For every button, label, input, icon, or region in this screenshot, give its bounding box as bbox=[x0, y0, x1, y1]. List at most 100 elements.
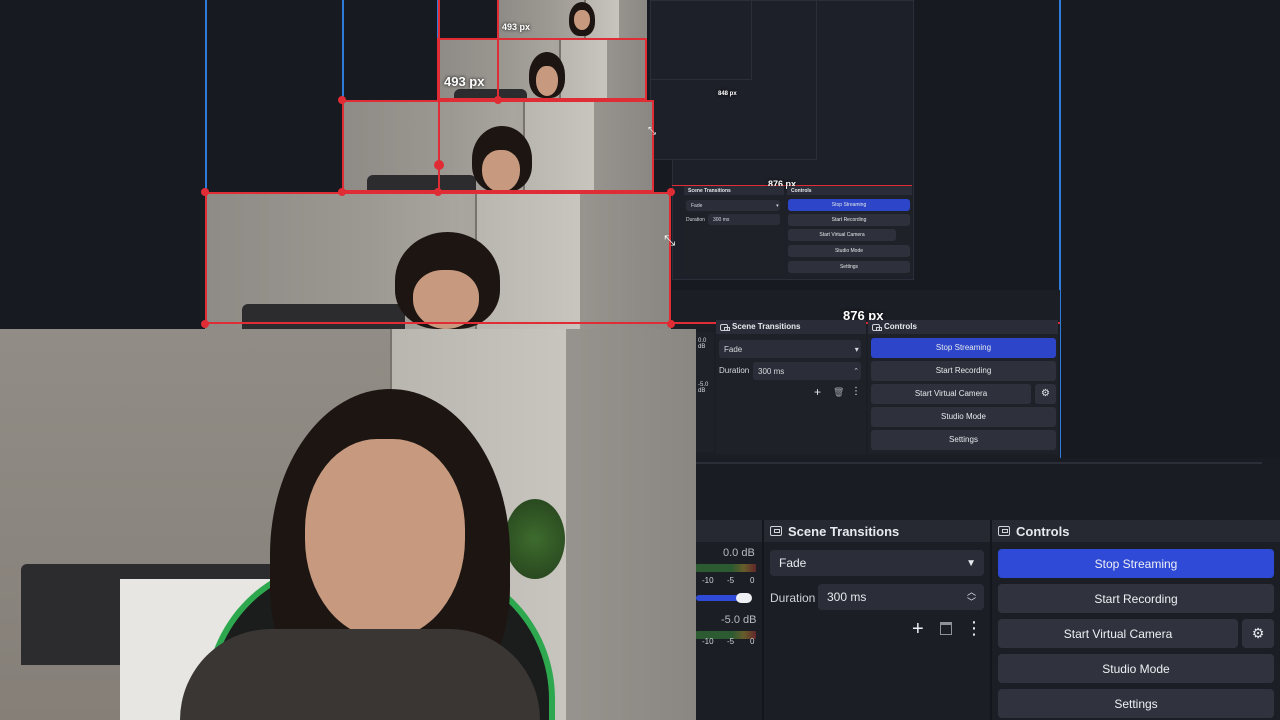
audio-tick: -5 bbox=[727, 576, 735, 585]
mini-start-recording-button[interactable]: Start Recording bbox=[788, 214, 910, 226]
dock-icon bbox=[770, 526, 782, 536]
resize-handle[interactable] bbox=[667, 188, 675, 196]
audio-level-top: 0.0 dB bbox=[723, 547, 755, 559]
duration-label: Duration bbox=[770, 591, 816, 605]
mini-duration-field[interactable]: 300 ms ⌃ bbox=[753, 362, 861, 380]
transition-select[interactable]: Fade ▼ bbox=[770, 550, 984, 576]
mini-panel-title: Scene Transitions bbox=[732, 322, 801, 331]
resize-handle[interactable] bbox=[201, 188, 209, 196]
settings-button[interactable]: Settings bbox=[998, 689, 1274, 718]
gear-icon: ⚙ bbox=[1251, 625, 1265, 641]
mini-panel-header: Controls bbox=[868, 320, 1058, 334]
dock-icon bbox=[872, 323, 882, 331]
mini-duration-value: 300 ms bbox=[713, 216, 730, 223]
plus-icon[interactable]: + bbox=[814, 385, 821, 399]
audio-tick: -10 bbox=[702, 637, 714, 646]
mini-settings-button[interactable]: Settings bbox=[871, 430, 1056, 450]
mini-scene-transitions: Scene Transitions Fade ▾ Duration 300 ms bbox=[684, 186, 784, 276]
audio-tick: -5 bbox=[727, 637, 735, 646]
measure-label: 493 px bbox=[502, 22, 531, 32]
mini-duration-value: 300 ms bbox=[758, 366, 785, 376]
resize-handle[interactable] bbox=[338, 96, 346, 104]
mini-db-top: 0.0 dB bbox=[698, 338, 707, 350]
gear-icon[interactable]: ⚙ bbox=[1035, 384, 1056, 404]
chevron-down-icon: ▾ bbox=[854, 344, 861, 354]
controls-dock: Controls Stop Streaming Start Recording … bbox=[992, 520, 1280, 720]
plant bbox=[505, 499, 565, 579]
mini-settings-button[interactable]: Settings bbox=[788, 261, 910, 273]
audio-meter bbox=[696, 564, 756, 572]
volume-slider-knob[interactable] bbox=[736, 593, 752, 603]
chevron-up-icon: ⌃ bbox=[853, 368, 861, 375]
virtual-camera-settings-button[interactable]: ⚙ bbox=[1242, 619, 1274, 648]
chevron-down-icon[interactable]: ﹀ bbox=[967, 597, 976, 607]
mini-duration-label: Duration bbox=[719, 366, 750, 375]
mini-transition-value: Fade bbox=[724, 344, 743, 354]
mini-transition-select[interactable]: Fade ▾ bbox=[686, 200, 780, 211]
audio-tick: 0 bbox=[750, 576, 755, 585]
audio-tick: 0 bbox=[750, 637, 755, 646]
duration-stepper[interactable]: ︿ ﹀ bbox=[967, 587, 976, 607]
more-vertical-icon[interactable]: ⋮ bbox=[965, 618, 983, 639]
mini-controls: Controls Stop Streaming Start Recording … bbox=[787, 186, 912, 276]
mini-panel-header: Controls bbox=[787, 186, 912, 195]
audio-mixer-header bbox=[696, 520, 762, 542]
mini-transition-select[interactable]: Fade ▾ bbox=[719, 340, 861, 358]
controls-title: Controls bbox=[1016, 523, 1070, 539]
more-vertical-icon[interactable]: ⋮ bbox=[851, 386, 861, 397]
start-recording-button[interactable]: Start Recording bbox=[998, 584, 1274, 613]
dock-spacer bbox=[696, 458, 1280, 520]
mini-studio-mode-button[interactable]: Studio Mode bbox=[871, 407, 1056, 427]
resize-cursor-icon: ⤡ bbox=[648, 126, 656, 137]
chevron-down-icon: ▾ bbox=[776, 202, 780, 209]
resize-handle[interactable] bbox=[201, 320, 209, 328]
start-virtual-camera-button[interactable]: Start Virtual Camera bbox=[998, 619, 1238, 648]
dock-icon bbox=[720, 323, 730, 331]
trash-icon[interactable] bbox=[940, 622, 952, 635]
scene-transitions-header: Scene Transitions bbox=[764, 520, 990, 542]
mini-panel-header: Scene Transitions bbox=[684, 186, 784, 195]
mini-start-recording-button[interactable]: Start Recording bbox=[871, 361, 1056, 381]
chevron-up-icon[interactable]: ︿ bbox=[967, 587, 976, 597]
camera-preview-tiny bbox=[497, 0, 647, 38]
mini-stop-streaming-button[interactable]: Stop Streaming bbox=[788, 199, 910, 211]
measure-label: 848 px bbox=[718, 91, 737, 97]
selection-box[interactable] bbox=[205, 192, 671, 324]
chevron-down-icon: ▼ bbox=[966, 557, 976, 569]
measure-line bbox=[438, 0, 440, 192]
mini-transition-value: Fade bbox=[691, 202, 703, 209]
transition-value: Fade bbox=[779, 556, 807, 570]
studio-mode-button[interactable]: Studio Mode bbox=[998, 654, 1274, 683]
mini-start-virtual-camera-button[interactable]: Start Virtual Camera bbox=[788, 229, 896, 241]
duration-input[interactable]: 300 ms ︿ ﹀ bbox=[818, 584, 984, 610]
audio-tick: -10 bbox=[702, 576, 714, 585]
audio-level-bottom: -5.0 dB bbox=[721, 614, 757, 626]
resize-handle[interactable] bbox=[338, 188, 346, 196]
selection-box[interactable] bbox=[437, 38, 647, 100]
mini-panel-header: Scene Transitions bbox=[716, 320, 866, 334]
duration-value: 300 ms bbox=[827, 590, 867, 604]
scene-transitions-title: Scene Transitions bbox=[788, 523, 900, 539]
measure-line bbox=[497, 0, 499, 100]
selection-box[interactable] bbox=[342, 100, 654, 192]
mini-studio-mode-button[interactable]: Studio Mode bbox=[788, 245, 910, 257]
mini-stop-streaming-button[interactable]: Stop Streaming bbox=[871, 338, 1056, 358]
person-hoodie bbox=[180, 629, 540, 720]
mini-scene-transitions-2: Scene Transitions Fade ▾ Duration 300 ms ⌃… bbox=[716, 320, 866, 454]
dock-icon bbox=[998, 526, 1010, 536]
measure-label: 493 px bbox=[444, 74, 485, 89]
trash-icon[interactable]: 🗑 bbox=[833, 387, 844, 398]
controls-header: Controls bbox=[992, 520, 1280, 542]
mini-duration-field[interactable]: 300 ms bbox=[708, 214, 780, 225]
mini-db-bottom: -5.0 dB bbox=[698, 382, 709, 394]
stop-streaming-button[interactable]: Stop Streaming bbox=[998, 549, 1274, 578]
mini-audio-mixer: 0.0 dB -5.0 dB bbox=[696, 332, 714, 452]
nested-window bbox=[650, 0, 752, 80]
scene-transitions-dock: Scene Transitions Fade ▼ Duration 300 ms… bbox=[764, 520, 990, 720]
plus-icon[interactable]: + bbox=[912, 618, 924, 641]
mini-start-virtual-camera-button[interactable]: Start Virtual Camera bbox=[871, 384, 1031, 404]
person-face bbox=[305, 439, 465, 639]
divider bbox=[696, 462, 1262, 464]
mini-controls-2: Controls Stop Streaming Start Recording … bbox=[868, 320, 1058, 454]
audio-mixer-panel: 0.0 dB -10 -5 0 -5.0 dB -10 -5 0 bbox=[696, 520, 762, 720]
